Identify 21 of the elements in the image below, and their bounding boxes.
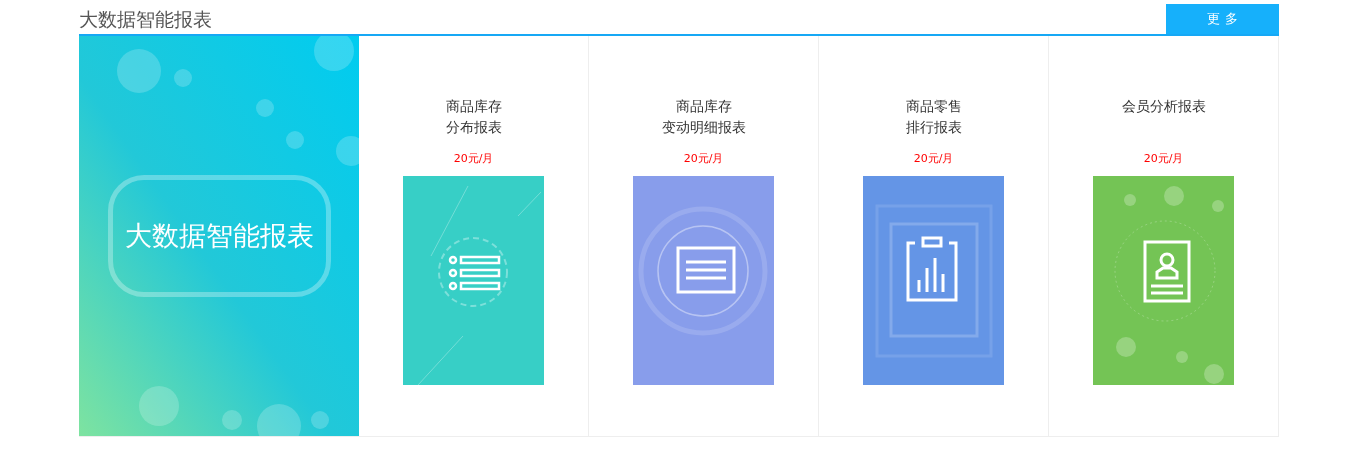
report-title[interactable]: 商品库存	[675, 96, 732, 117]
report-title[interactable]: 商品零售	[905, 96, 962, 117]
list-icon	[448, 255, 501, 291]
section-title: 大数据智能报表	[79, 7, 212, 32]
report-title[interactable]: 排行报表	[905, 117, 962, 138]
report-title[interactable]: 会员分析报表	[1121, 96, 1206, 117]
clipboard-chart-icon	[906, 236, 958, 302]
price-label: 20元/月	[1143, 151, 1184, 166]
report-thumbnail[interactable]	[403, 176, 544, 385]
report-title[interactable]: 分布报表	[445, 117, 502, 138]
banner-title: 大数据智能报表	[107, 175, 331, 297]
report-thumbnail[interactable]	[863, 176, 1004, 385]
report-title[interactable]: 变动明细报表	[661, 117, 746, 138]
price-label: 20元/月	[913, 151, 954, 166]
report-title[interactable]: 商品库存	[445, 96, 502, 117]
report-thumbnail[interactable]	[633, 176, 774, 385]
document-icon	[676, 246, 736, 294]
report-thumbnail[interactable]	[1093, 176, 1234, 385]
price-label: 20元/月	[453, 151, 494, 166]
price-label: 20元/月	[683, 151, 724, 166]
profile-card-icon	[1143, 240, 1191, 303]
